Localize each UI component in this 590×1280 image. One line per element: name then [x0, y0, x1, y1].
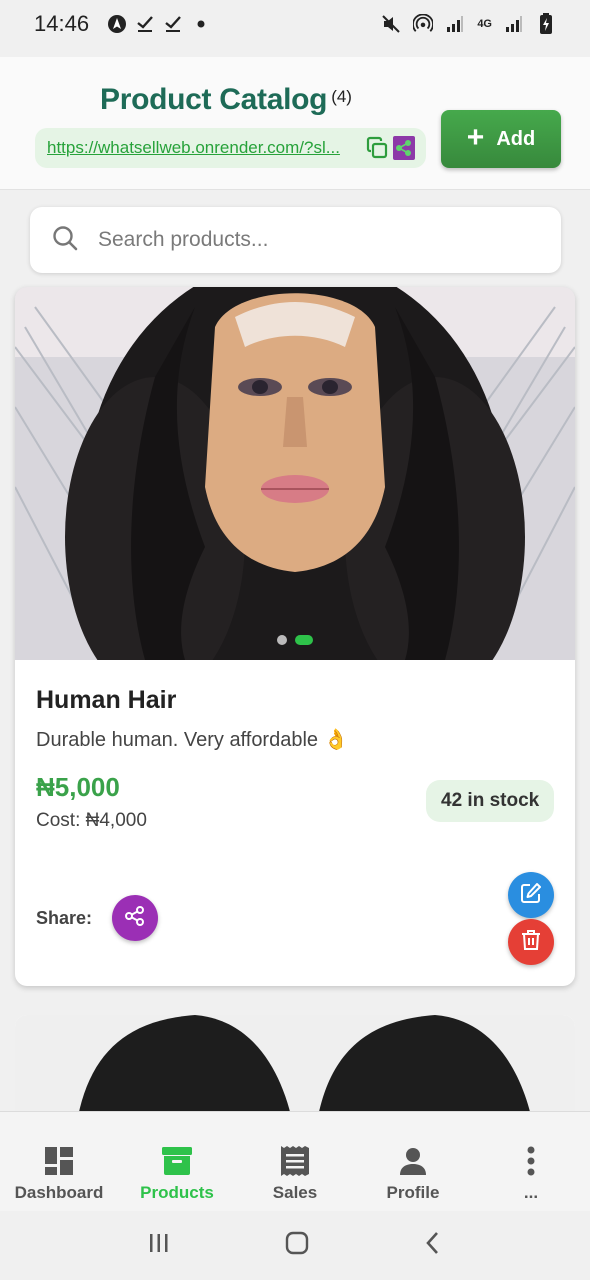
- product-image[interactable]: [15, 287, 575, 660]
- 4g-icon: 4G: [477, 18, 492, 30]
- receipt-icon: [280, 1145, 310, 1177]
- mute-icon: [381, 14, 401, 34]
- product-description: Durable human. Very affordable 👌: [36, 729, 349, 751]
- archive-box-icon: [161, 1145, 193, 1177]
- share-link-icon[interactable]: [393, 136, 415, 160]
- product-card[interactable]: Human Hair Durable human. Very affordabl…: [15, 287, 575, 986]
- person-icon: [399, 1145, 427, 1177]
- nav-label: Dashboard: [14, 1183, 104, 1202]
- recent-apps-icon[interactable]: [147, 1231, 171, 1260]
- nav-sales[interactable]: Sales: [236, 1112, 354, 1211]
- delete-product-button[interactable]: [508, 919, 554, 965]
- bottom-navigation: Dashboard Products Sales Profile ...: [0, 1111, 590, 1211]
- system-navigation-bar: [0, 1211, 590, 1280]
- plus-icon: +: [466, 120, 485, 154]
- catalog-header: Product Catalog (4) https://whatsellweb.…: [0, 57, 590, 190]
- check-icon: [163, 14, 183, 34]
- nav-more[interactable]: ...: [472, 1112, 590, 1211]
- share-icon: [124, 905, 146, 932]
- nav-label: ...: [523, 1183, 539, 1202]
- status-time: 14:46: [34, 11, 90, 36]
- navigation-icon: [107, 14, 127, 34]
- home-icon[interactable]: [284, 1230, 310, 1261]
- store-link-pill: https://whatsellweb.onrender.com/?sl...: [35, 128, 426, 168]
- nav-profile[interactable]: Profile: [354, 1112, 472, 1211]
- check-icon: [135, 14, 155, 34]
- edit-product-button[interactable]: [508, 872, 554, 918]
- nav-label: Products: [140, 1183, 214, 1202]
- signal-icon: [445, 14, 465, 34]
- edit-icon: [520, 882, 542, 909]
- nav-label: Profile: [386, 1183, 440, 1202]
- search-input[interactable]: [98, 228, 518, 252]
- dot-icon: [191, 14, 211, 34]
- product-count: (4): [331, 87, 352, 106]
- product-name: Human Hair: [36, 686, 177, 714]
- nav-products[interactable]: Products: [118, 1112, 236, 1211]
- carousel-dot[interactable]: [277, 635, 287, 645]
- add-product-button[interactable]: + Add: [441, 110, 561, 168]
- image-carousel-dots: [277, 635, 313, 645]
- back-icon[interactable]: [423, 1230, 443, 1261]
- share-product-button[interactable]: [112, 895, 158, 941]
- trash-icon: [521, 929, 541, 956]
- stock-badge: 42 in stock: [426, 780, 555, 822]
- carousel-dot-active[interactable]: [295, 635, 313, 645]
- signal-icon: [504, 14, 524, 34]
- nav-label: Sales: [272, 1183, 318, 1202]
- search-bar[interactable]: [30, 207, 561, 273]
- nav-dashboard[interactable]: Dashboard: [0, 1112, 118, 1211]
- battery-icon: [536, 13, 556, 34]
- more-vertical-icon: [526, 1145, 536, 1177]
- dashboard-icon: [44, 1145, 74, 1177]
- product-cost: Cost: ₦4,000: [36, 810, 147, 831]
- copy-icon[interactable]: [365, 136, 389, 160]
- hotspot-icon: [413, 14, 434, 34]
- share-label: Share:: [36, 908, 93, 928]
- add-button-label: Add: [496, 127, 536, 150]
- title-row: Product Catalog (4): [100, 83, 352, 117]
- search-icon: [52, 225, 78, 256]
- product-price: ₦5,000: [36, 772, 120, 802]
- status-bar: 14:46 4G: [0, 0, 590, 48]
- page-title: Product Catalog: [100, 83, 328, 116]
- store-link[interactable]: https://whatsellweb.onrender.com/?sl...: [47, 138, 352, 158]
